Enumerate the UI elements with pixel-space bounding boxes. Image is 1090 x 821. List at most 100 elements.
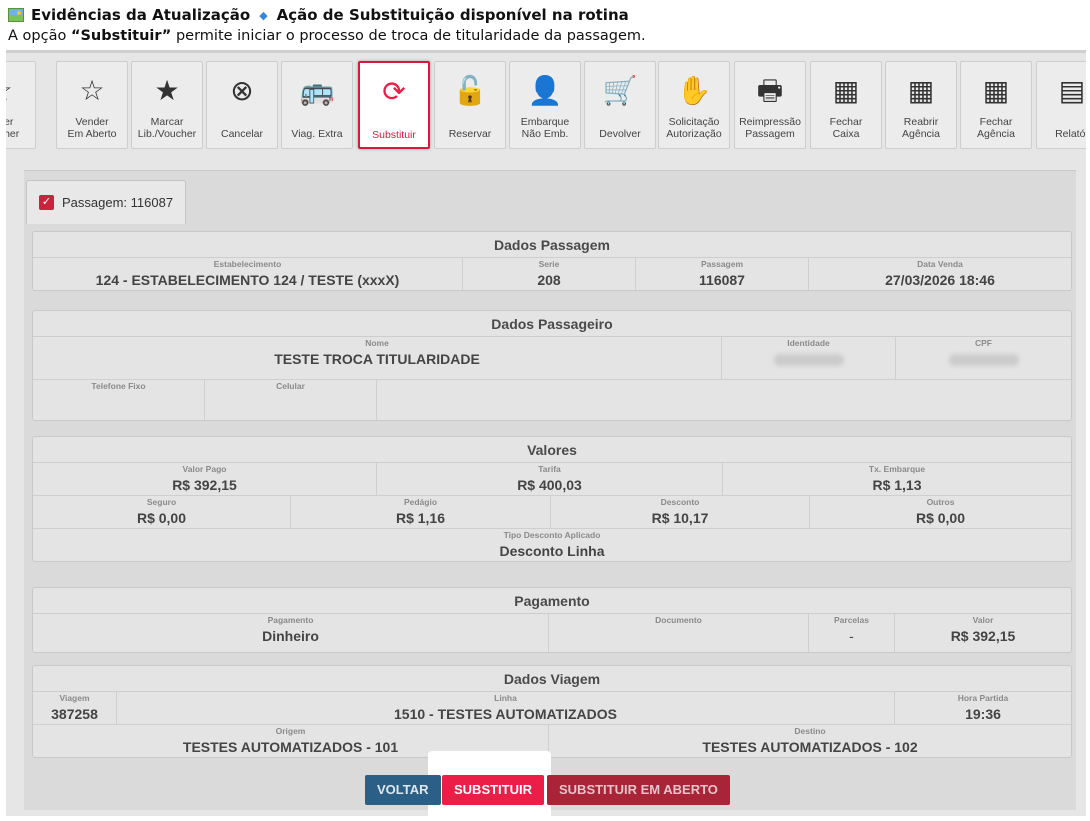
field-value: TESTE TROCA TITULARIDADE bbox=[274, 351, 480, 367]
field-label: Documento bbox=[655, 615, 702, 625]
field-value: 116087 bbox=[699, 272, 745, 288]
document-icon: ▤ bbox=[1058, 75, 1086, 106]
field-parcelas: Parcelas - bbox=[809, 614, 895, 652]
field-value: R$ 10,17 bbox=[651, 510, 709, 526]
field-value: Dinheiro bbox=[262, 628, 319, 644]
field-value: R$ 0,00 bbox=[136, 510, 187, 526]
toolbar-label-line1: Embarque bbox=[520, 116, 570, 128]
toolbar-label-line2: Cancelar bbox=[220, 128, 264, 140]
field-value: 27/03/2026 18:46 bbox=[885, 272, 995, 288]
printer-icon: 🖶 bbox=[756, 75, 784, 106]
toolbar-button-cancelar[interactable]: ⊗ Cancelar bbox=[206, 61, 278, 149]
toolbar-label-line1: Reabrir bbox=[903, 116, 939, 128]
toolbar-button-lib-voucher[interactable]: ★ Marcar Lib./Voucher bbox=[131, 61, 203, 149]
doc-subtitle: Ação de Substituição disponível na rotin… bbox=[276, 6, 629, 24]
toolbar-button-em-aberto[interactable]: ☆ Vender Em Aberto bbox=[56, 61, 128, 149]
row: Valor Pago R$ 392,15 Tarifa R$ 400,03 Tx… bbox=[33, 463, 1071, 496]
row: Estabelecimento 124 - ESTABELECIMENTO 12… bbox=[33, 258, 1071, 290]
toolbar-label-line2: Caixa bbox=[832, 128, 860, 140]
toolbar-label-line1: Solicitação bbox=[668, 116, 720, 128]
field-label: Linha bbox=[494, 693, 517, 703]
field-label: Tipo Desconto Aplicado bbox=[503, 530, 601, 540]
field-label: Passagem bbox=[700, 259, 744, 269]
toolbar-button-voucher[interactable]: ☆enderVoucher bbox=[6, 61, 36, 149]
doc-title-line: Evidências da Atualização ◆ Ação de Subs… bbox=[8, 5, 1086, 25]
toolbar-label-line1 bbox=[360, 117, 428, 129]
cash-register-icon: ▦ bbox=[832, 75, 860, 106]
cash-register-icon: ▦ bbox=[982, 75, 1010, 106]
field-tarifa: Tarifa R$ 400,03 bbox=[377, 463, 723, 495]
toolbar-label-line2: Devolver bbox=[599, 128, 641, 140]
voltar-button[interactable]: VOLTAR bbox=[365, 775, 441, 805]
toolbar-label-line1 bbox=[1037, 116, 1086, 128]
unlock-icon: 🔓 bbox=[452, 75, 488, 106]
substituir-em-aberto-button[interactable]: SUBSTITUIR EM ABERTO bbox=[547, 775, 730, 805]
substituir-button[interactable]: SUBSTITUIR bbox=[442, 775, 544, 805]
field-value: 208 bbox=[537, 272, 561, 288]
field-value: 1510 - TESTES AUTOMATIZADOS bbox=[394, 706, 617, 722]
toolbar-label-line1: Fechar bbox=[829, 116, 863, 128]
toolbar-button-devolver[interactable]: 🛒 Devolver bbox=[584, 61, 656, 149]
field-label: Origem bbox=[275, 726, 306, 736]
toolbar-button-ag-ncia[interactable]: ▦ Fechar Agência bbox=[960, 61, 1032, 149]
blurred-value bbox=[948, 354, 1019, 366]
toolbar-label-line2: Agência bbox=[977, 128, 1015, 140]
cancel-circle-icon: ⊗ bbox=[230, 75, 254, 106]
field-hora-partida: Hora Partida 19:36 bbox=[895, 692, 1071, 724]
field-identidade: Identidade bbox=[722, 337, 896, 379]
toolbar-label-line1: Marcar bbox=[150, 116, 184, 128]
toolbar-label-line1 bbox=[585, 116, 655, 128]
toolbar-label-line1: Reimpressão bbox=[739, 116, 801, 128]
field-value: R$ 392,15 bbox=[950, 628, 1016, 644]
section-dados-passagem: Dados Passagem Estabelecimento 124 - EST… bbox=[32, 231, 1072, 291]
toolbar-label-line2: Autorização bbox=[666, 128, 722, 140]
row: Origem TESTES AUTOMATIZADOS - 101 Destin… bbox=[33, 725, 1071, 757]
field-value: 387258 bbox=[51, 706, 98, 722]
field-label: Pagamento bbox=[267, 615, 314, 625]
field-value: TESTES AUTOMATIZADOS - 102 bbox=[702, 739, 918, 755]
field-label: Data Venda bbox=[917, 259, 963, 269]
toolbar-button-viag-extra[interactable]: 🚌 Viag. Extra bbox=[281, 61, 353, 149]
user-plus-icon: 👤 bbox=[527, 75, 563, 106]
section-dados-passageiro: Dados Passageiro Nome TESTE TROCA TITULA… bbox=[32, 310, 1072, 421]
field-pedagio: Pedágio R$ 1,16 bbox=[291, 496, 551, 528]
toolbar-label-line2: Substituir bbox=[372, 129, 416, 141]
toolbar-label-line1 bbox=[282, 116, 352, 128]
field-label: Pedágio bbox=[403, 497, 438, 507]
field-value: Desconto Linha bbox=[499, 543, 605, 559]
section-title: Dados Passageiro bbox=[33, 311, 1071, 337]
field-value: R$ 400,03 bbox=[517, 477, 582, 493]
field-label: Desconto bbox=[660, 497, 700, 507]
refresh-icon: ⟳ bbox=[382, 76, 406, 107]
tab-passagem[interactable]: ✓ Passagem: 116087 bbox=[26, 180, 186, 224]
toolbar-button-substituir[interactable]: ⟳ Substituir bbox=[358, 61, 430, 149]
field-label: Identidade bbox=[787, 338, 830, 348]
field-outros: Outros R$ 0,00 bbox=[810, 496, 1071, 528]
field-estabelecimento: Estabelecimento 124 - ESTABELECIMENTO 12… bbox=[33, 258, 463, 290]
row: Pagamento Dinheiro Documento Parcelas - … bbox=[33, 614, 1071, 652]
field-celular: Celular bbox=[205, 380, 377, 420]
field-label: Nome bbox=[365, 338, 389, 348]
hand-icon: ✋ bbox=[676, 75, 712, 106]
field-passagem: Passagem 116087 bbox=[636, 258, 809, 290]
doc-desc-prefix: A opção bbox=[8, 28, 71, 44]
toolbar-button-ag-ncia[interactable]: ▦ Reabrir Agência bbox=[885, 61, 957, 149]
toolbar-button-n-o-emb-[interactable]: 👤 Embarque Não Emb. bbox=[509, 61, 581, 149]
toolbar-label-line2: Voucher bbox=[6, 128, 20, 140]
doc-description: A opção “Substituir” permite iniciar o p… bbox=[8, 25, 1086, 47]
row: Tipo Desconto Aplicado Desconto Linha bbox=[33, 529, 1071, 561]
toolbar-label-line2: Em Aberto bbox=[67, 128, 117, 140]
toolbar-button-relat-r[interactable]: ▤ Relatór bbox=[1036, 61, 1086, 149]
toolbar-button-caixa[interactable]: ▦ Fechar Caixa bbox=[810, 61, 882, 149]
field-linha: Linha 1510 - TESTES AUTOMATIZADOS bbox=[117, 692, 895, 724]
toolbar-button-autoriza-o[interactable]: ✋ Solicitação Autorização bbox=[658, 61, 730, 149]
field-label: Hora Partida bbox=[957, 693, 1009, 703]
toolbar-label-line2: Viag. Extra bbox=[291, 128, 343, 140]
toolbar: ☆enderVoucher ☆VenderEm Aberto★MarcarLib.… bbox=[6, 58, 1086, 154]
section-title: Dados Passagem bbox=[33, 232, 1071, 258]
field-label: Telefone Fixo bbox=[91, 381, 146, 391]
doc-desc-suffix: permite iniciar o processo de troca de t… bbox=[171, 28, 646, 44]
field-value: 19:36 bbox=[965, 706, 1001, 722]
toolbar-button-reservar[interactable]: 🔓 Reservar bbox=[434, 61, 506, 149]
toolbar-button-passagem[interactable]: 🖶 Reimpressão Passagem bbox=[734, 61, 806, 149]
